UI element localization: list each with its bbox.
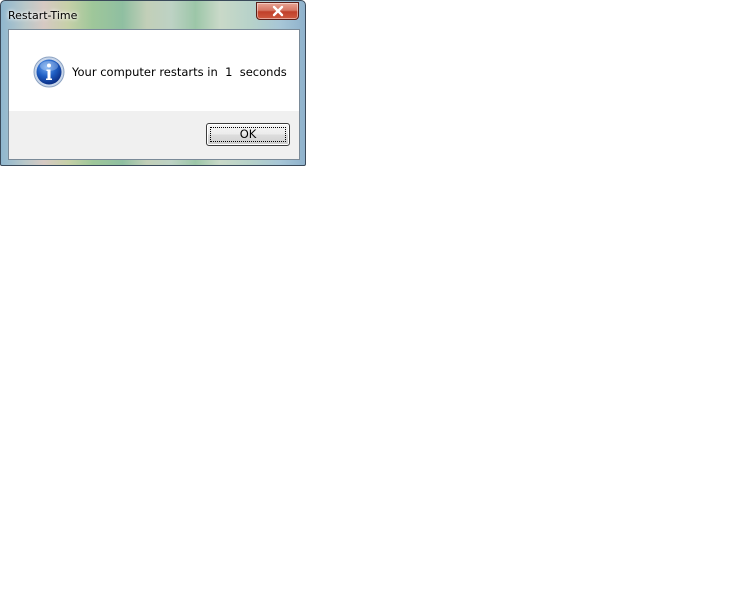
restart-countdown-message: Your computer restarts in 1 seconds	[72, 65, 287, 79]
close-button[interactable]	[256, 2, 299, 20]
message-area: Your computer restarts in 1 seconds	[9, 30, 299, 112]
dialog-client-area: Your computer restarts in 1 seconds OK	[8, 29, 300, 160]
ok-button[interactable]: OK	[206, 123, 290, 146]
window-title: Restart-Time	[8, 9, 78, 22]
restart-time-dialog: Restart-Time Your computer restarts in 1…	[0, 0, 306, 166]
ok-button-label: OK	[239, 127, 257, 141]
button-area: OK	[9, 111, 299, 159]
title-bar[interactable]: Restart-Time	[1, 1, 305, 28]
info-icon	[33, 56, 65, 88]
close-icon	[272, 5, 283, 17]
